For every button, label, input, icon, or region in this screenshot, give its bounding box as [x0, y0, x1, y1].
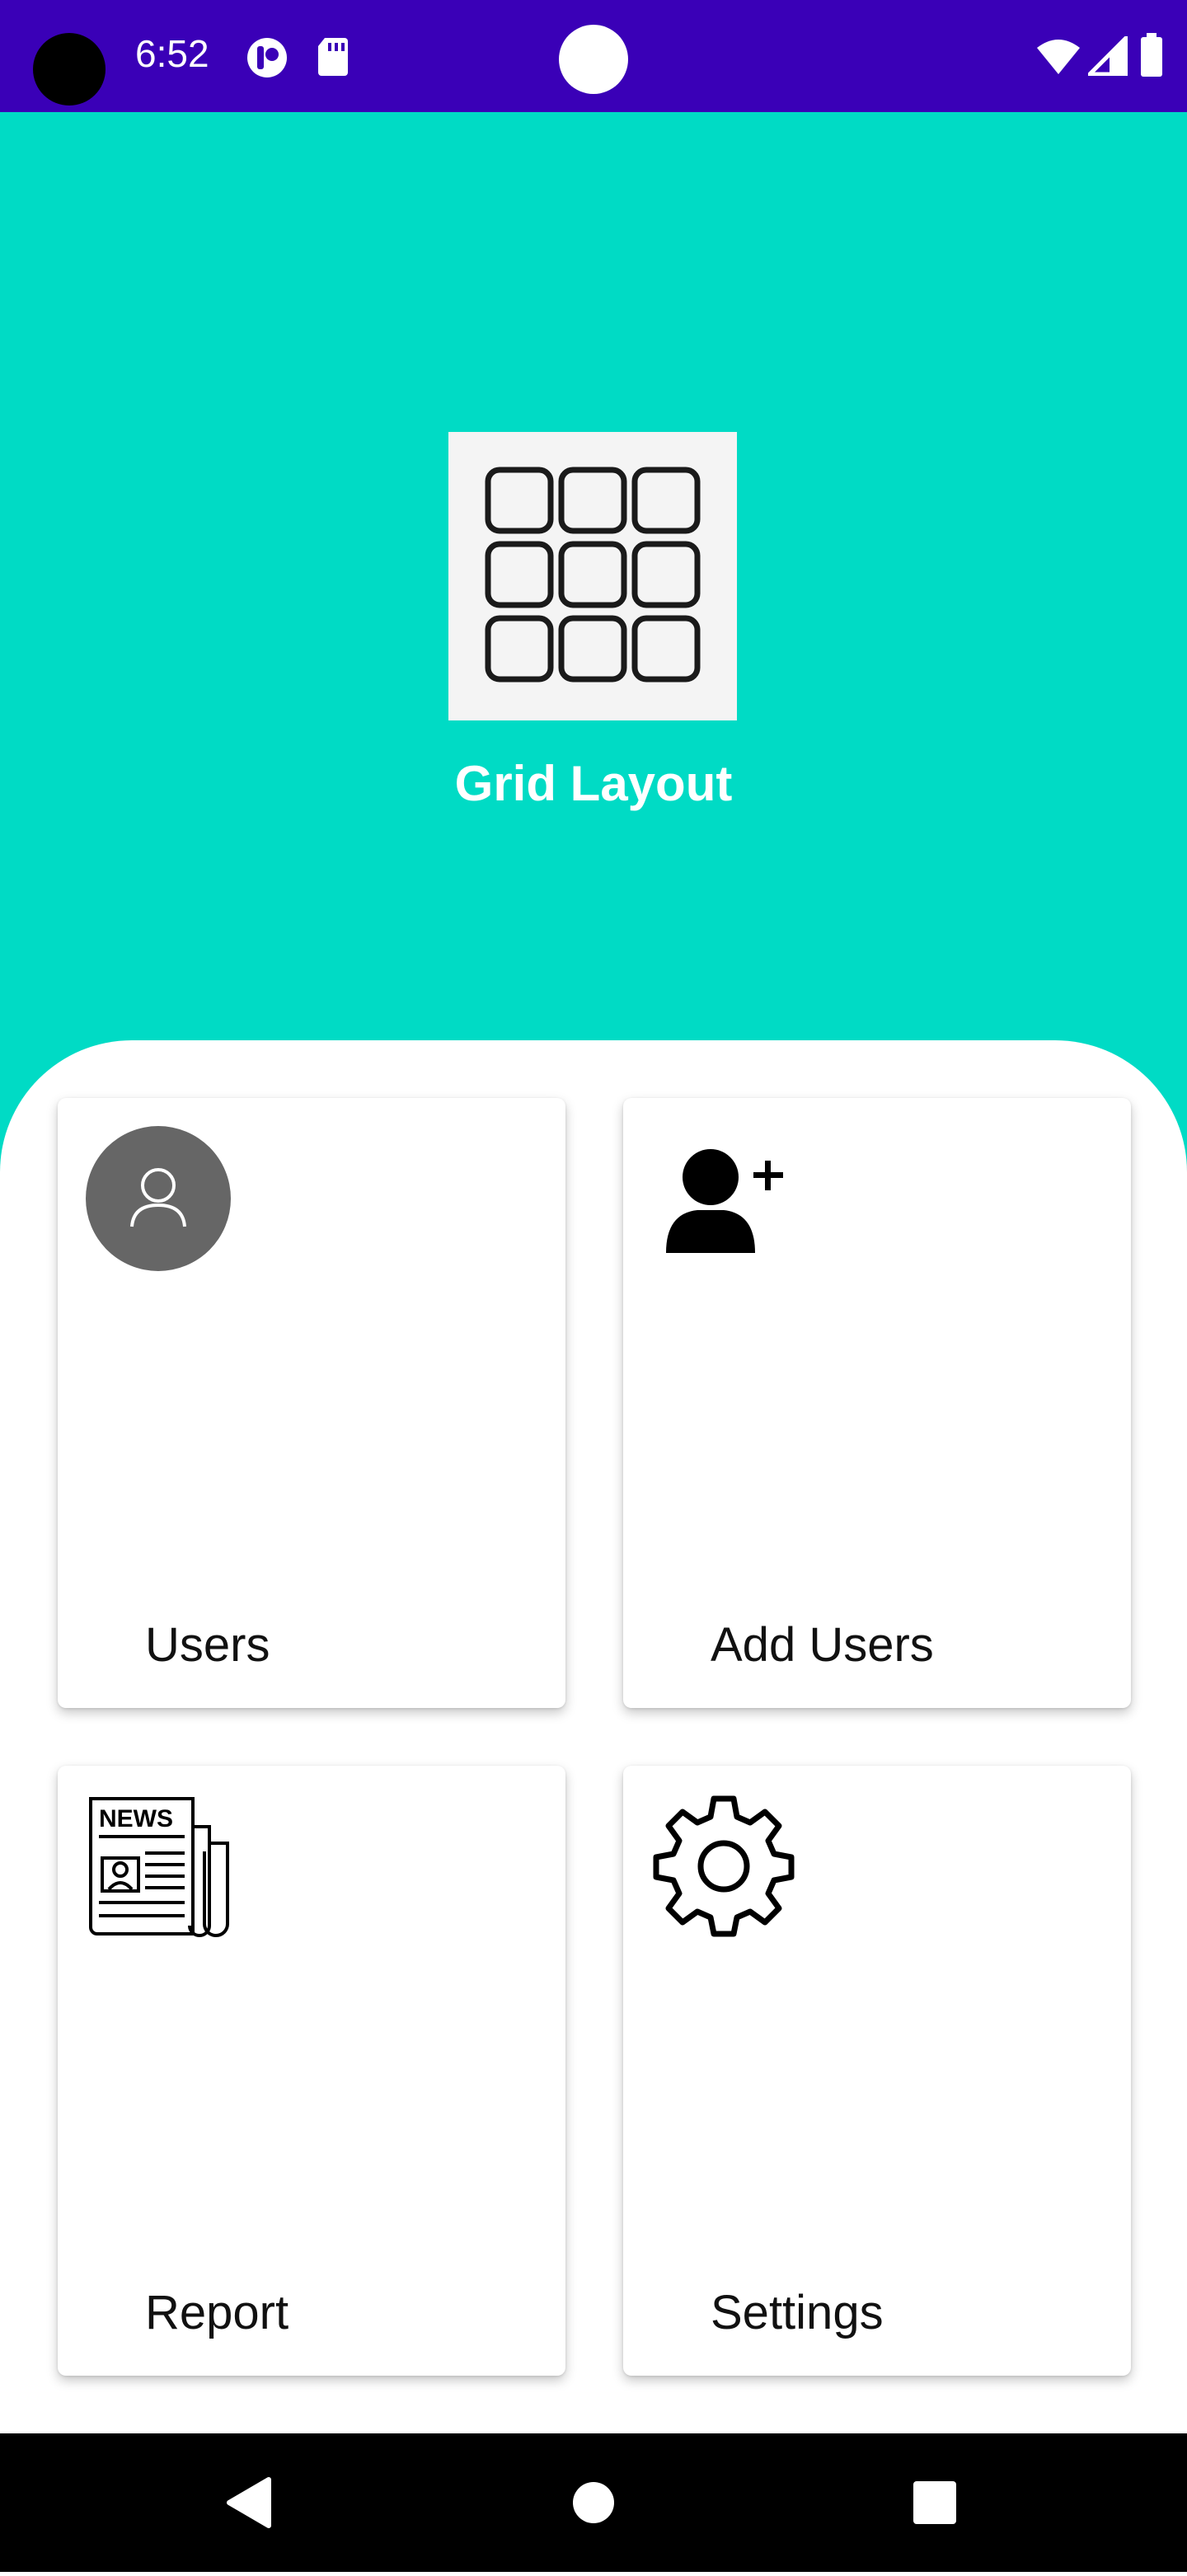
menu-card-label: Settings [711, 2286, 884, 2339]
system-nav-bar [0, 2433, 1187, 2572]
back-button[interactable] [183, 2433, 315, 2572]
menu-card-label: Users [145, 1618, 270, 1672]
menu-card-settings[interactable]: Settings [623, 1766, 1131, 2376]
user-avatar-icon [86, 1126, 231, 1271]
grid-icon [485, 467, 701, 683]
menu-card-add-users[interactable]: Add Users [623, 1098, 1131, 1708]
status-time: 6:52 [135, 32, 209, 75]
status-bar: 6:52 [0, 0, 1187, 112]
menu-card-label: Add Users [711, 1618, 934, 1672]
gear-icon [653, 1795, 795, 1937]
svg-text:NEWS: NEWS [99, 1805, 173, 1832]
back-icon [227, 2477, 271, 2528]
status-indicator-dot [559, 25, 628, 94]
add-user-icon [666, 1149, 783, 1253]
home-button[interactable] [528, 2433, 659, 2572]
recents-button[interactable] [869, 2433, 1001, 2572]
camera-cutout [33, 33, 106, 106]
sd-card-icon [318, 38, 348, 76]
page-title: Grid Layout [454, 756, 733, 811]
wifi-icon [1037, 40, 1080, 74]
signal-icon [1088, 36, 1128, 76]
battery-icon [1141, 33, 1162, 77]
menu-card-label: Report [145, 2286, 289, 2339]
recents-icon [913, 2481, 956, 2524]
home-icon [573, 2482, 614, 2523]
menu-card-report[interactable]: NEWS Report [58, 1766, 565, 2376]
app-notification-icon [247, 38, 287, 77]
menu-card-users[interactable]: Users [58, 1098, 565, 1708]
app-logo [448, 432, 737, 720]
newspaper-icon: NEWS [89, 1797, 229, 1937]
